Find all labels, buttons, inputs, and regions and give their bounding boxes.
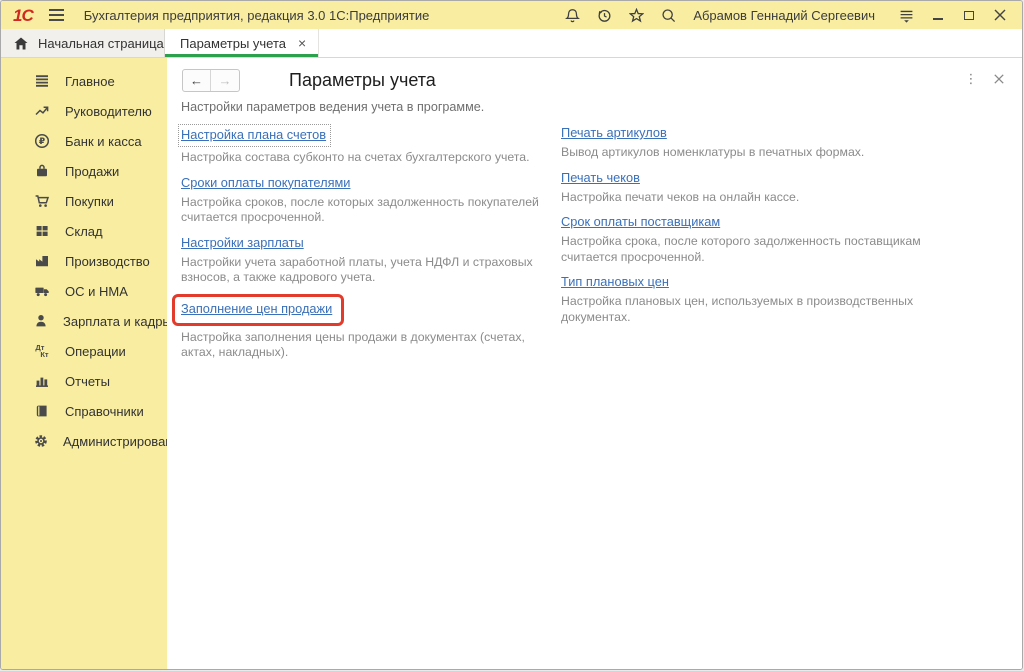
link-sroki-oplaty-pokupatelyami[interactable]: Сроки оплаты покупателями — [181, 174, 350, 191]
link-description: Настройка печати чеков на онлайн кассе. — [561, 190, 929, 206]
link-description: Вывод артикулов номенклатуры в печатных … — [561, 145, 929, 161]
service-settings-icon[interactable] — [895, 4, 917, 26]
links-column-right: Печать артикулов Вывод артикулов номенкл… — [561, 124, 951, 369]
link-description: Настройка плановых цен, используемых в п… — [561, 294, 929, 325]
titlebar-right: Абрамов Геннадий Сергеевич — [551, 4, 1010, 26]
tab-close-icon[interactable]: × — [298, 36, 306, 50]
link-pechat-artikulov[interactable]: Печать артикулов — [561, 124, 667, 141]
maximize-button[interactable] — [959, 5, 979, 25]
focused-link-wrapper: Настройка плана счетов — [178, 124, 331, 147]
link-description: Настройка заполнения цены продажи в доку… — [181, 330, 549, 361]
factory-icon — [33, 253, 51, 269]
home-icon — [14, 37, 28, 50]
app-window: 1С Бухгалтерия предприятия, редакция 3.0… — [0, 0, 1023, 670]
link-pechat-chekov[interactable]: Печать чеков — [561, 169, 640, 186]
more-menu-icon[interactable]: ⋮ — [962, 71, 980, 87]
notifications-bell-icon[interactable] — [561, 4, 583, 26]
section-sidebar: Главное Руководителю ₽ Банк и касса Прод… — [1, 58, 167, 669]
link-block-tip-planovyh-cen: Тип плановых цен Настройка плановых цен,… — [561, 273, 951, 325]
main-area: Главное Руководителю ₽ Банк и касса Прод… — [1, 58, 1022, 669]
sidebar-item-bank-kassa[interactable]: ₽ Банк и касса — [1, 126, 167, 156]
trend-arrow-icon — [33, 103, 51, 119]
red-highlight-box: Заполнение цен продажи — [172, 294, 344, 326]
tab-accounting-parameters[interactable]: Параметры учета × — [165, 29, 319, 57]
links-columns: Настройка плана счетов Настройка состава… — [181, 124, 1006, 369]
link-block-zapolnenie-cen-prodazhi: Заполнение цен продажи Настройка заполне… — [181, 294, 561, 361]
tab-bar: Начальная страница Параметры учета × — [1, 29, 1022, 58]
bar-chart-icon — [33, 373, 51, 389]
link-block-srok-oplaty-postavshchikam: Срок оплаты поставщикам Настройка срока,… — [561, 213, 951, 265]
svg-text:₽: ₽ — [39, 136, 45, 146]
link-description: Настройка срока, после которого задолжен… — [561, 234, 929, 265]
sidebar-item-sklad[interactable]: Склад — [1, 216, 167, 246]
back-button[interactable]: ← — [183, 70, 211, 91]
sidebar-item-os-nma[interactable]: ОС и НМА — [1, 276, 167, 306]
grid-icon — [33, 223, 51, 239]
tab-home-label: Начальная страница — [38, 36, 164, 51]
link-tip-planovyh-cen[interactable]: Тип плановых цен — [561, 273, 669, 290]
link-srok-oplaty-postavshchikam[interactable]: Срок оплаты поставщикам — [561, 213, 720, 230]
link-block-sroki-oplaty-pokupatelyami: Сроки оплаты покупателями Настройка срок… — [181, 174, 561, 226]
book-icon — [33, 403, 51, 419]
link-block-plan-schetov: Настройка плана счетов Настройка состава… — [181, 124, 561, 166]
tab-home-page[interactable]: Начальная страница — [1, 29, 165, 57]
sidebar-item-zarplata-kadry[interactable]: Зарплата и кадры — [1, 306, 167, 336]
content-pane: ⋮ ← → Параметры учета Настройки параметр… — [167, 58, 1022, 669]
favorites-star-icon[interactable] — [625, 4, 647, 26]
menu-lines-icon — [33, 73, 51, 89]
search-icon[interactable] — [657, 4, 679, 26]
bag-icon — [33, 163, 51, 179]
close-window-button[interactable] — [990, 5, 1010, 25]
tab-active-label: Параметры учета — [180, 36, 286, 51]
sidebar-item-glavnoe[interactable]: Главное — [1, 66, 167, 96]
ruble-circle-icon: ₽ — [33, 133, 51, 149]
page-subtitle: Настройки параметров ведения учета в про… — [181, 100, 1006, 114]
sidebar-item-spravochniki[interactable]: Справочники — [1, 396, 167, 426]
title-bar: 1С Бухгалтерия предприятия, редакция 3.0… — [1, 1, 1022, 29]
sidebar-item-proizvodstvo[interactable]: Производство — [1, 246, 167, 276]
link-block-pechat-chekov: Печать чеков Настройка печати чеков на о… — [561, 169, 951, 206]
links-column-left: Настройка плана счетов Настройка состава… — [181, 124, 561, 369]
person-icon — [33, 313, 49, 329]
gear-icon — [33, 433, 49, 449]
sidebar-item-administrirovanie[interactable]: Администрирование — [1, 426, 167, 456]
current-user-name[interactable]: Абрамов Геннадий Сергеевич — [693, 8, 875, 23]
truck-icon — [33, 283, 51, 299]
cart-icon — [33, 193, 51, 209]
dt-kt-icon: ДтКт — [33, 344, 51, 358]
sidebar-item-pokupki[interactable]: Покупки — [1, 186, 167, 216]
1c-logo-icon: 1С — [13, 7, 33, 24]
link-description: Настройка состава субконто на счетах бух… — [181, 150, 549, 166]
sidebar-item-operacii[interactable]: ДтКт Операции — [1, 336, 167, 366]
link-nastroyki-zarplaty[interactable]: Настройки зарплаты — [181, 234, 304, 251]
main-menu-icon[interactable] — [49, 9, 64, 21]
link-block-pechat-artikulov: Печать артикулов Вывод артикулов номенкл… — [561, 124, 951, 161]
link-zapolnenie-cen-prodazhi[interactable]: Заполнение цен продажи — [181, 300, 332, 317]
sidebar-item-prodazhi[interactable]: Продажи — [1, 156, 167, 186]
forward-button[interactable]: → — [211, 70, 239, 91]
link-description: Настройки учета заработной платы, учета … — [181, 255, 549, 286]
content-header: ← → Параметры учета — [179, 68, 1006, 93]
link-block-nastroyki-zarplaty: Настройки зарплаты Настройки учета зараб… — [181, 234, 561, 286]
link-description: Настройка сроков, после которых задолжен… — [181, 195, 549, 226]
history-icon[interactable] — [593, 4, 615, 26]
window-title: Бухгалтерия предприятия, редакция 3.0 1С… — [84, 8, 430, 23]
minimize-button[interactable] — [928, 5, 948, 25]
link-nastroyka-plana-schetov[interactable]: Настройка плана счетов — [181, 126, 326, 143]
sidebar-item-rukovoditelyu[interactable]: Руководителю — [1, 96, 167, 126]
nav-history-group: ← → — [182, 69, 240, 92]
page-title: Параметры учета — [289, 70, 436, 91]
sidebar-item-otchety[interactable]: Отчеты — [1, 366, 167, 396]
close-form-icon[interactable] — [990, 71, 1008, 87]
